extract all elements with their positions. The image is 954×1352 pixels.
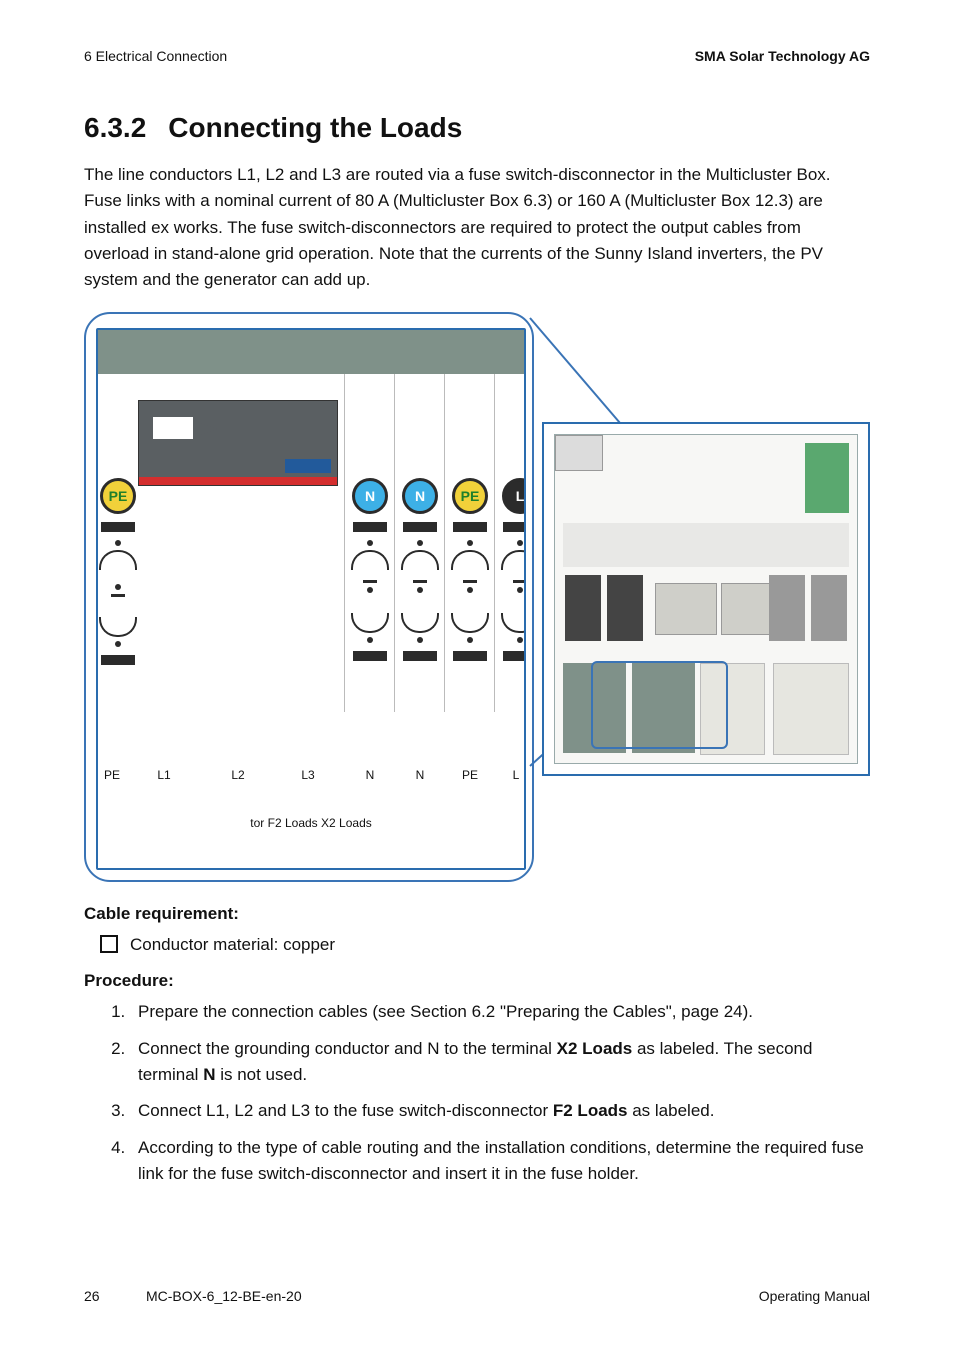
procedure-heading: Procedure: bbox=[84, 971, 870, 991]
footer-doc-type: Operating Manual bbox=[759, 1288, 870, 1304]
intro-paragraph: The line conductors L1, L2 and L3 are ro… bbox=[84, 162, 870, 294]
section-title-text: Connecting the Loads bbox=[168, 112, 462, 143]
procedure-list: Prepare the connection cables (see Secti… bbox=[84, 999, 870, 1187]
footer-doc-id: MC-BOX-6_12-BE-en-20 bbox=[146, 1288, 302, 1304]
cable-requirement-heading: Cable requirement: bbox=[84, 904, 870, 924]
terminal-n1-label: N bbox=[352, 478, 388, 514]
footer-page-number: 26 bbox=[84, 1288, 100, 1304]
terminal-n2-label: N bbox=[402, 478, 438, 514]
overview-highlight bbox=[591, 661, 728, 749]
cable-requirement-list: Conductor material: copper bbox=[84, 932, 870, 958]
section-heading: 6.3.2 Connecting the Loads bbox=[84, 112, 870, 144]
figure-captions: tor F2 Loads X2 Loads bbox=[98, 816, 524, 856]
procedure-step-4: According to the type of cable routing a… bbox=[130, 1135, 870, 1188]
terminal-pe-label: PE bbox=[100, 478, 136, 514]
section-number: 6.3.2 bbox=[84, 112, 146, 144]
procedure-step-1: Prepare the connection cables (see Secti… bbox=[130, 999, 870, 1025]
figure-callout: PE N N bbox=[84, 312, 534, 882]
header-section: 6 Electrical Connection bbox=[84, 48, 227, 64]
header-company: SMA Solar Technology AG bbox=[695, 48, 870, 64]
terminal-l-label: L bbox=[502, 478, 526, 514]
procedure-step-3: Connect L1, L2 and L3 to the fuse switch… bbox=[130, 1098, 870, 1124]
procedure-step-2: Connect the grounding conductor and N to… bbox=[130, 1036, 870, 1089]
figure-bottom-labels: PE L1 L2 L3 N N PE L bbox=[98, 768, 524, 808]
figure: PE N N bbox=[84, 312, 870, 882]
terminal-pe2-label: PE bbox=[452, 478, 488, 514]
figure-overview bbox=[542, 422, 870, 776]
cable-requirement-item: Conductor material: copper bbox=[130, 932, 870, 958]
fuse-switch-disconnector bbox=[138, 400, 338, 486]
